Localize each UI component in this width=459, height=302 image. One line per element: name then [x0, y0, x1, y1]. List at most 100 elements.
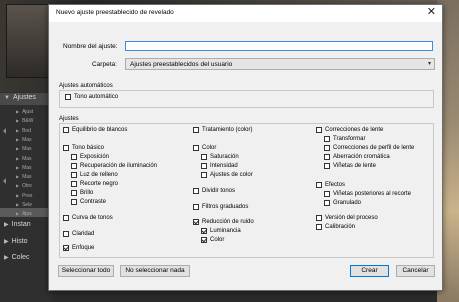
panel-section-1[interactable]: ▶ Instan: [4, 221, 31, 228]
panel-grip-icon[interactable]: [3, 178, 6, 184]
create-button[interactable]: Crear: [350, 265, 389, 277]
preset-folder-item[interactable]: ▶ B&W: [16, 118, 33, 124]
checkbox-unchecked[interactable]: [316, 224, 322, 230]
checkbox-unchecked[interactable]: [316, 215, 322, 221]
checkbox-unchecked[interactable]: [193, 127, 199, 133]
checkbox-unchecked[interactable]: [63, 145, 69, 151]
checkbox-correcciones-de-perfil-de-lente[interactable]: Correcciones de perfil de lente: [324, 145, 414, 151]
checkbox-recorte-negro[interactable]: Recorte negro: [71, 181, 118, 187]
checkbox-checked[interactable]: [201, 228, 207, 234]
checkbox-unchecked[interactable]: [201, 163, 207, 169]
checkbox-unchecked[interactable]: [71, 163, 77, 169]
select-all-button[interactable]: Seleccionar todo: [58, 265, 114, 277]
checkbox-unchecked[interactable]: [71, 190, 77, 196]
checkbox-equilibrio-de-blancos[interactable]: Equilibrio de blancos: [63, 127, 127, 133]
close-icon[interactable]: ✕: [427, 6, 436, 19]
checkbox-tono-automatico[interactable]: Tono automático: [65, 94, 118, 100]
preset-folder-item[interactable]: ▶ Ajust: [16, 109, 33, 115]
checkbox-reduccion-de-ruido[interactable]: Reducción de ruido: [193, 219, 254, 225]
preset-folder-item[interactable]: ▶ Mas: [16, 165, 32, 171]
checkbox-checked[interactable]: [193, 219, 199, 225]
checkbox-unchecked[interactable]: [324, 136, 330, 142]
checkbox-tono-basico-label: Tono básico: [72, 145, 105, 151]
checkbox-unchecked[interactable]: [71, 154, 77, 160]
checkbox-contraste-label: Contraste: [80, 199, 107, 205]
checkbox-checked[interactable]: [63, 245, 69, 251]
checkbox-transformar[interactable]: Transformar: [324, 136, 365, 142]
cancel-button[interactable]: Cancelar: [396, 265, 435, 277]
checkbox-unchecked[interactable]: [193, 145, 199, 151]
checkbox-vinetas-posteriores-al-recorte-label: Viñetas posteriores al recorte: [333, 191, 411, 197]
panel-section-0[interactable]: ▼ Ajustes: [4, 94, 36, 101]
checkbox-ajustes-de-color[interactable]: Ajustes de color: [201, 172, 253, 178]
preset-folder-label: Mas: [22, 155, 32, 162]
preset-folder-item[interactable]: ▶ Mas: [16, 174, 32, 180]
checkbox-exposicion-label: Exposición: [80, 154, 110, 160]
checkbox-unchecked[interactable]: [324, 163, 330, 169]
checkbox-unchecked[interactable]: [71, 199, 77, 205]
preset-folder-item[interactable]: ▶ Mas: [16, 156, 32, 162]
select-none-button[interactable]: No seleccionar nada: [120, 265, 190, 277]
checkbox-dividir-tonos[interactable]: Dividir tonos: [193, 188, 235, 194]
preset-folder-item[interactable]: ▶ Pres: [16, 193, 32, 199]
preset-folder-item[interactable]: ▶ Sele: [16, 202, 32, 208]
preset-folder-item[interactable]: ▶ Otro: [16, 183, 32, 189]
preset-name-input[interactable]: [125, 41, 433, 51]
checkbox-aberracion-cromatica[interactable]: Aberración cromática: [324, 154, 390, 160]
checkbox-unchecked[interactable]: [316, 182, 322, 188]
checkbox-saturacion[interactable]: Saturación: [201, 154, 239, 160]
checkbox-unchecked[interactable]: [201, 172, 207, 178]
panel-section-2[interactable]: ▶ Histo: [4, 238, 28, 245]
checkbox-claridad[interactable]: Claridad: [63, 231, 94, 237]
checkbox-unchecked[interactable]: [324, 200, 330, 206]
checkbox-unchecked[interactable]: [193, 204, 199, 210]
checkbox-color[interactable]: Color: [193, 145, 216, 151]
checkbox-claridad-label: Claridad: [72, 231, 95, 237]
checkbox-unchecked[interactable]: [201, 154, 207, 160]
checkbox-contraste[interactable]: Contraste: [71, 199, 106, 205]
checkbox-unchecked[interactable]: [193, 188, 199, 194]
checkbox-exposicion[interactable]: Exposición: [71, 154, 109, 160]
checkbox-color[interactable]: Color: [201, 237, 224, 243]
checkbox-recuperacion-de-iluminacion[interactable]: Recuperación de iluminación: [71, 163, 157, 169]
panel-section-3[interactable]: ▶ Colec: [4, 254, 30, 261]
checkbox-checked[interactable]: [201, 237, 207, 243]
checkbox-dividir-tonos-label: Dividir tonos: [202, 188, 236, 194]
checkbox-unchecked[interactable]: [324, 154, 330, 160]
checkbox-unchecked[interactable]: [63, 231, 69, 237]
checkbox-curva-de-tonos[interactable]: Curva de tonos: [63, 215, 113, 221]
preset-folder-item[interactable]: ▶ Bod: [16, 128, 31, 134]
checkbox-reduccion-de-ruido-label: Reducción de ruido: [202, 219, 254, 225]
preset-folder-item[interactable]: ▶ Mas: [16, 146, 32, 152]
panel-grip-icon[interactable]: [3, 128, 6, 134]
checkbox-unchecked[interactable]: [71, 172, 77, 178]
checkbox-unchecked[interactable]: [324, 145, 330, 151]
checkbox-vinetas-posteriores-al-recorte[interactable]: Viñetas posteriores al recorte: [324, 191, 411, 197]
checkbox-filtros-graduados[interactable]: Filtros graduados: [193, 204, 248, 210]
checkbox-brillo[interactable]: Brillo: [71, 190, 93, 196]
checkbox-unchecked[interactable]: [324, 191, 330, 197]
preset-folder-item[interactable]: ▶ Ajus: [16, 211, 32, 217]
checkbox-calibracion[interactable]: Calibración: [316, 224, 355, 230]
checkbox-correcciones-de-lente[interactable]: Correcciones de lente: [316, 127, 383, 133]
checkbox-luz-de-relleno[interactable]: Luz de relleno: [71, 172, 118, 178]
checkbox-unchecked[interactable]: [63, 215, 69, 221]
checkbox-vinetas-de-lente[interactable]: Viñetas de lente: [324, 163, 376, 169]
checkbox-intensidad[interactable]: Intensidad: [201, 163, 238, 169]
checkbox-unchecked[interactable]: [316, 127, 322, 133]
checkbox-luminancia[interactable]: Luminancia: [201, 228, 241, 234]
dialog-title: Nuevo ajuste preestablecido de revelado: [56, 9, 174, 16]
checkbox-unchecked[interactable]: [71, 181, 77, 187]
checkbox-tono-basico[interactable]: Tono básico: [63, 145, 104, 151]
triangle-down-icon: ▼: [4, 95, 10, 101]
checkbox-efectos[interactable]: Efectos: [316, 182, 345, 188]
checkbox-tono-automatico-label: Tono automático: [74, 94, 119, 100]
checkbox-unchecked[interactable]: [65, 94, 71, 100]
checkbox-unchecked[interactable]: [63, 127, 69, 133]
checkbox-version-del-proceso[interactable]: Versión del proceso: [316, 215, 378, 221]
folder-select[interactable]: Ajustes preestablecidos del usuario ▾: [125, 58, 435, 70]
checkbox-tratamiento-color[interactable]: Tratamiento (color): [193, 127, 252, 133]
preset-folder-item[interactable]: ▶ Mas: [16, 137, 32, 143]
checkbox-enfoque[interactable]: Enfoque: [63, 245, 94, 251]
checkbox-granulado[interactable]: Granulado: [324, 200, 361, 206]
